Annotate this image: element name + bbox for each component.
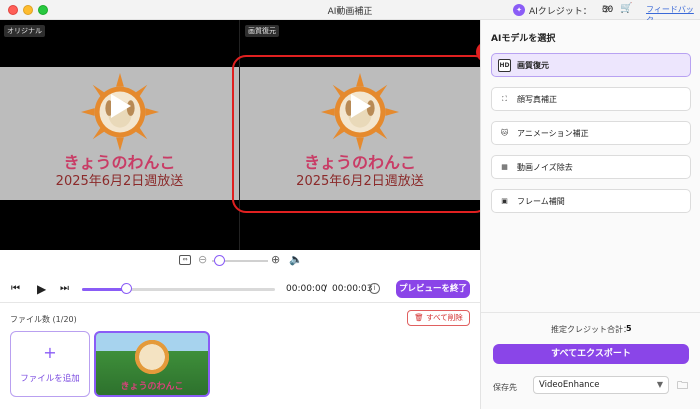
end-preview-button[interactable]: プレビューを終了 — [396, 280, 470, 298]
hd-icon: HD — [498, 59, 511, 72]
playback-controls: ⏮ ▶ ⏭ 00:00:00 / 00:00:03 i プレビューを終了 — [0, 280, 480, 298]
broadcast-date-text: 2025年6月2日週放送 — [55, 174, 184, 189]
divider — [0, 302, 480, 303]
progress-handle[interactable] — [121, 283, 132, 294]
frame-icon: ▣ — [501, 197, 508, 205]
highlight-annotation — [232, 55, 489, 213]
speaker-icon[interactable]: 🔈 — [289, 253, 303, 266]
model-label: 画質復元 — [517, 61, 549, 70]
model-item-animation-enhance[interactable]: 🐱 アニメーション補正 — [491, 121, 691, 145]
zoom-controls: ⇔ ⊖ ⊕ 🔈 — [0, 253, 480, 269]
estimated-credit-label: 推定クレジット合計： — [551, 325, 631, 334]
export-all-button[interactable]: すべてエクスポート — [493, 344, 689, 364]
title-bar: AI動画補正 ✦ AIクレジット： 30 ⟳ 🛒 フィードバック — [0, 0, 700, 25]
model-item-denoise[interactable]: ▦ 動画ノイズ除去 — [491, 155, 691, 179]
thumbnail-logo-icon — [132, 337, 172, 377]
play-icon[interactable]: ▶ — [37, 282, 46, 296]
enhanced-tag: 画質復元 — [245, 25, 279, 37]
save-location-select[interactable]: VideoEnhance ▼ — [533, 376, 669, 394]
cart-icon[interactable]: 🛒 — [620, 3, 632, 14]
ai-model-panel: AIモデルを選択 HD 画質復元 ⛶ 顔写真補正 🐱 アニメーション補正 ▦ 動… — [480, 20, 700, 409]
fit-screen-icon[interactable]: ⇔ — [179, 255, 191, 265]
model-label: 動画ノイズ除去 — [517, 163, 573, 172]
file-count-label: ファイル数 (1/20) — [10, 315, 77, 324]
model-label: フレーム補間 — [517, 197, 565, 206]
next-frame-icon[interactable]: ⏭ — [60, 283, 69, 294]
save-location-label: 保存先 — [493, 383, 517, 392]
noise-icon: ▦ — [501, 163, 508, 171]
cat-face-icon: 🐱 — [500, 129, 509, 137]
ai-credit-icon: ✦ — [513, 4, 525, 16]
save-location-value: VideoEnhance — [539, 380, 600, 390]
face-scan-icon: ⛶ — [502, 95, 507, 103]
time-separator: / — [324, 284, 328, 294]
credit-indicator: ✦ AIクレジット： 30 — [513, 3, 613, 17]
zoom-in-icon[interactable]: ⊕ — [271, 253, 280, 266]
zoom-out-icon[interactable]: ⊖ — [198, 253, 207, 266]
model-item-frame-interpolation[interactable]: ▣ フレーム補間 — [491, 189, 691, 213]
zoom-slider-handle[interactable] — [214, 255, 225, 266]
model-item-quality-restore[interactable]: HD 画質復元 — [491, 53, 691, 77]
delete-all-button[interactable]: 🗑 すべて削除 — [407, 310, 470, 326]
add-file-label: ファイルを追加 — [20, 374, 80, 384]
trash-icon: 🗑 — [414, 313, 424, 322]
current-time: 00:00:00 — [286, 284, 327, 294]
previous-frame-icon[interactable]: ⏮ — [11, 283, 20, 294]
original-tag: オリジナル — [4, 25, 45, 37]
play-overlay-icon[interactable] — [110, 94, 131, 118]
model-item-face-enhance[interactable]: ⛶ 顔写真補正 — [491, 87, 691, 111]
chevron-down-icon: ▼ — [656, 380, 663, 389]
thumbnail-text: きょうのわんこ — [120, 382, 184, 392]
credit-label: AIクレジット： — [529, 6, 592, 17]
add-file-button[interactable]: + ファイルを追加 — [10, 331, 90, 397]
panel-title: AIモデルを選択 — [491, 34, 556, 44]
plus-icon: + — [43, 343, 57, 362]
estimated-credit-value: 5 — [626, 324, 632, 333]
model-label: 顔写真補正 — [517, 95, 557, 104]
video-thumbnail[interactable]: きょうのわんこ — [94, 331, 210, 397]
divider — [481, 312, 700, 313]
folder-icon[interactable]: 🗀 — [677, 377, 688, 396]
delete-all-label: すべて削除 — [426, 313, 463, 322]
info-icon[interactable]: i — [369, 283, 380, 294]
total-time: 00:00:03 — [332, 284, 373, 294]
progress-fill — [82, 288, 126, 291]
original-video-frame: きょうのわんこ 2025年6月2日週放送 — [0, 67, 239, 200]
refresh-icon[interactable]: ⟳ — [602, 3, 611, 16]
model-label: アニメーション補正 — [517, 129, 589, 138]
